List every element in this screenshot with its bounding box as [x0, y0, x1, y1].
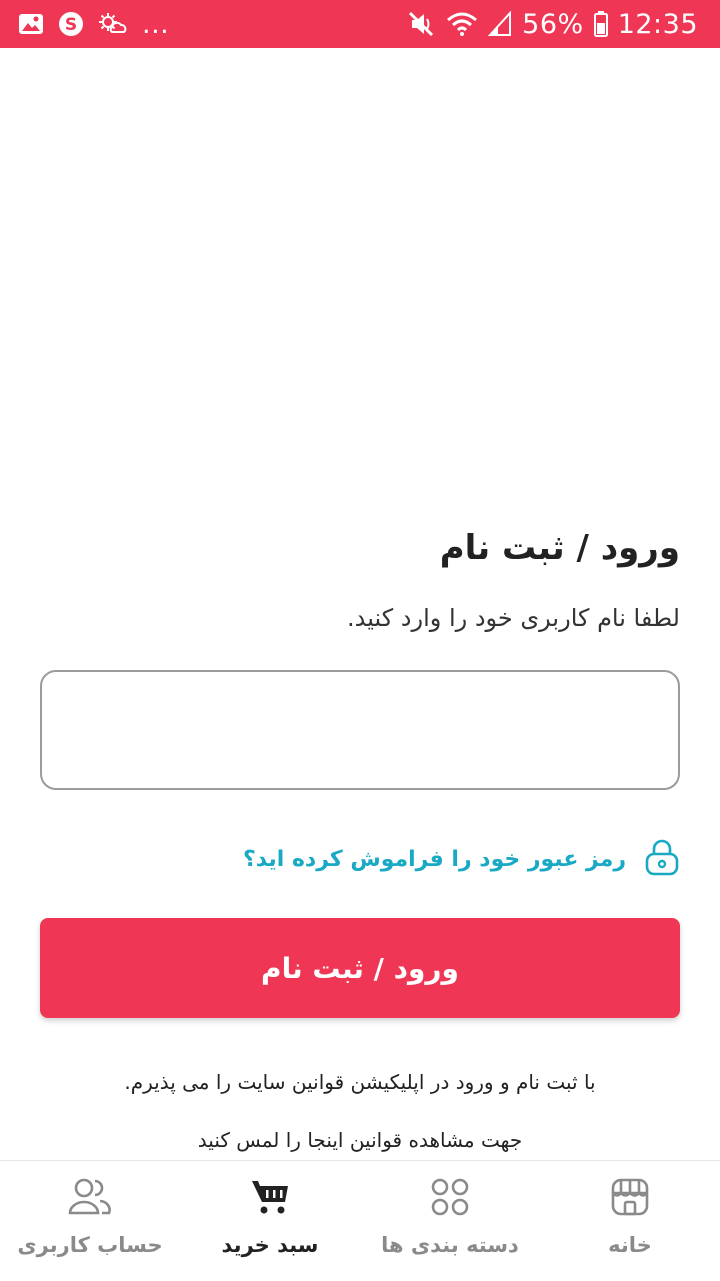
status-notifications: S ...: [18, 0, 169, 48]
nav-label-home: خانه: [608, 1233, 652, 1257]
mute-icon: [408, 11, 436, 37]
weather-icon: [98, 12, 128, 36]
page-title: ورود / ثبت نام: [439, 528, 680, 568]
nav-item-home[interactable]: خانه: [540, 1161, 720, 1281]
users-icon: [68, 1175, 112, 1219]
forgot-password-row[interactable]: رمز عبور خود را فراموش کرده اید؟: [243, 836, 680, 882]
terms-view-link[interactable]: جهت مشاهده قوانین اینجا را لمس کنید: [0, 1128, 720, 1152]
categories-icon: [430, 1175, 470, 1219]
battery-percent: 56%: [522, 8, 584, 40]
clock: 12:35: [617, 8, 698, 40]
login-register-button[interactable]: ورود / ثبت نام: [40, 918, 680, 1018]
nav-item-categories[interactable]: دسته بندی ها: [360, 1161, 540, 1281]
gallery-icon: [18, 13, 44, 35]
username-input[interactable]: [40, 670, 680, 790]
store-icon: [610, 1175, 650, 1219]
status-more-dots: ...: [142, 8, 170, 40]
nav-label-account: حساب کاربری: [17, 1233, 163, 1257]
nav-item-account[interactable]: حساب کاربری: [0, 1161, 180, 1281]
wifi-icon: [446, 11, 478, 37]
skype-icon: S: [58, 11, 84, 37]
nav-label-categories: دسته بندی ها: [381, 1233, 519, 1257]
svg-text:S: S: [65, 15, 77, 35]
username-prompt: لطفا نام کاربری خود را وارد کنید.: [347, 604, 680, 632]
battery-icon: [593, 11, 608, 37]
status-bar: S ... 56% 12:35: [0, 0, 720, 48]
terms-acceptance-text: با ثبت نام و ورود در اپلیکیشن قوانین سای…: [124, 1070, 596, 1094]
signal-icon: [488, 11, 512, 37]
bottom-navigation: حساب کاربری سبد خرید دسته بندی ها خانه: [0, 1160, 720, 1281]
cart-icon: [250, 1175, 290, 1219]
forgot-password-link[interactable]: رمز عبور خود را فراموش کرده اید؟: [243, 847, 626, 872]
lock-icon: [644, 838, 680, 880]
status-system: 56% 12:35: [408, 0, 698, 48]
nav-item-cart[interactable]: سبد خرید: [180, 1161, 360, 1281]
nav-label-cart: سبد خرید: [221, 1233, 319, 1257]
